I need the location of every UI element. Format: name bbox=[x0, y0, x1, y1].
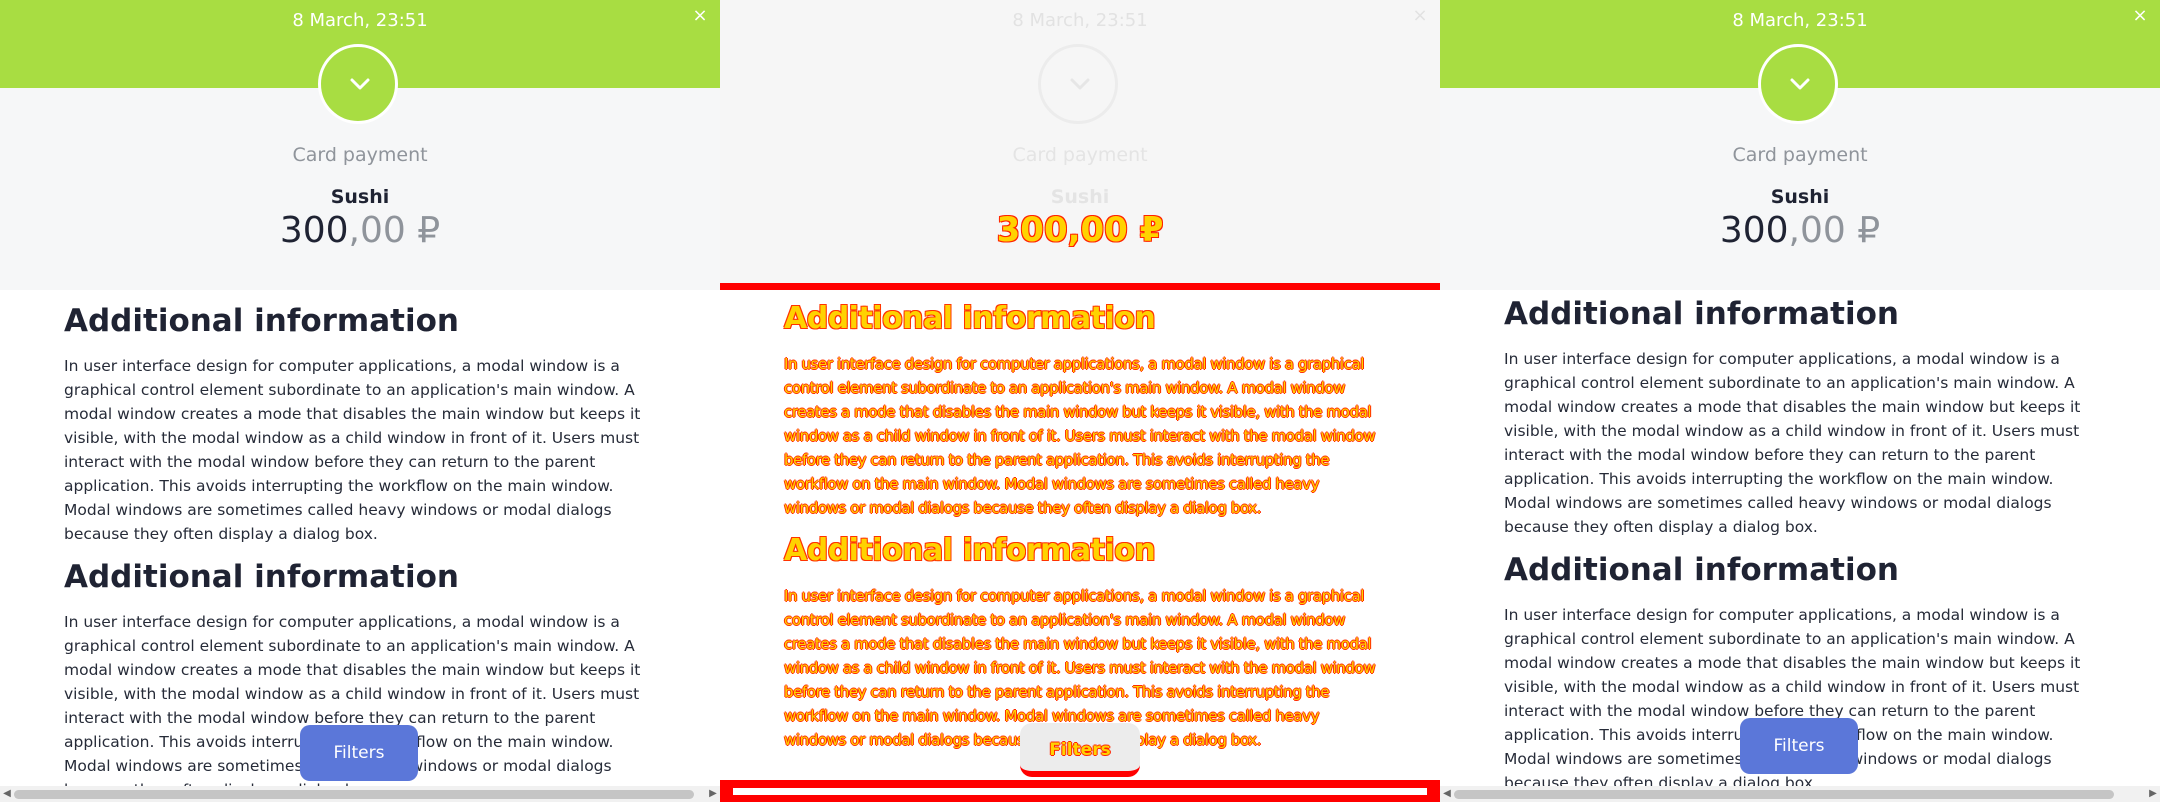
merchant-name: Sushi bbox=[1050, 186, 1110, 208]
payment-method: Card payment bbox=[1732, 144, 1868, 166]
merchant-name: Sushi bbox=[1770, 186, 1830, 208]
horizontal-scrollbar[interactable]: ◀ ▶ bbox=[0, 786, 720, 802]
section-body: In user interface design for computer ap… bbox=[1504, 350, 2081, 536]
status-circle bbox=[318, 44, 398, 124]
chevron-down-icon bbox=[1790, 78, 1810, 90]
scrollbar-thumb[interactable] bbox=[1454, 790, 2114, 799]
section-heading: Additional information bbox=[64, 303, 459, 339]
close-icon[interactable]: × bbox=[2128, 4, 2152, 28]
section-body: In user interface design for computer ap… bbox=[64, 357, 641, 543]
payment-method: Card payment bbox=[1012, 144, 1148, 166]
amount-fraction: ,00 bbox=[1067, 210, 1128, 250]
section-heading: Additional information bbox=[64, 559, 459, 595]
transaction-datetime: 8 March, 23:51 bbox=[292, 10, 428, 31]
additional-info: Additional information In user interface… bbox=[784, 298, 1384, 762]
scroll-right-icon[interactable]: ▶ bbox=[706, 786, 720, 802]
payment-amount: 300,00 ₽ bbox=[1440, 210, 2160, 251]
payment-amount: 300,00 ₽ bbox=[0, 210, 720, 251]
scroll-left-icon[interactable]: ◀ bbox=[0, 786, 14, 802]
section-heading: Additional information bbox=[1504, 296, 1899, 332]
payment-amount: 300,00 ₽ bbox=[720, 210, 1440, 250]
horizontal-scrollbar[interactable] bbox=[720, 780, 1440, 802]
merchant-name: Sushi bbox=[330, 186, 390, 208]
divider bbox=[720, 283, 1440, 290]
receipt-panel-debug: 8 March, 23:51 × Card payment Sushi 300,… bbox=[720, 0, 1440, 802]
currency-symbol: ₽ bbox=[1139, 210, 1164, 250]
section-heading: Additional information bbox=[784, 301, 1156, 336]
amount-fraction: ,00 bbox=[348, 210, 406, 251]
scroll-left-icon[interactable]: ◀ bbox=[1440, 786, 1454, 802]
chevron-down-icon bbox=[350, 78, 370, 90]
filters-button[interactable]: Filters bbox=[1740, 718, 1858, 774]
chevron-down-icon bbox=[1070, 78, 1090, 90]
horizontal-scrollbar[interactable]: ◀ ▶ bbox=[1440, 786, 2160, 802]
receipt-panel-left: 8 March, 23:51 × Card payment Sushi 300,… bbox=[0, 0, 720, 802]
section-heading: Additional information bbox=[1504, 552, 1899, 588]
close-icon[interactable]: × bbox=[688, 4, 712, 28]
transaction-datetime: 8 March, 23:51 bbox=[1012, 10, 1148, 31]
amount-integer: 300 bbox=[279, 210, 349, 251]
payment-method: Card payment bbox=[292, 144, 428, 166]
amount-integer: 300 bbox=[996, 210, 1068, 250]
receipt-panel-right: 8 March, 23:51 × Card payment Sushi 300,… bbox=[1440, 0, 2160, 802]
currency-symbol: ₽ bbox=[417, 210, 441, 251]
scrollbar-thumb[interactable] bbox=[732, 787, 1428, 796]
scrollbar-thumb[interactable] bbox=[14, 790, 694, 799]
amount-fraction: ,00 bbox=[1788, 210, 1846, 251]
close-icon[interactable]: × bbox=[1408, 4, 1432, 28]
amount-integer: 300 bbox=[1719, 210, 1789, 251]
currency-symbol: ₽ bbox=[1857, 210, 1881, 251]
filters-button[interactable]: Filters bbox=[1020, 723, 1140, 777]
section-body: In user interface design for computer ap… bbox=[784, 355, 1376, 517]
scroll-right-icon[interactable]: ▶ bbox=[2146, 786, 2160, 802]
section-heading: Additional information bbox=[784, 533, 1156, 568]
transaction-datetime: 8 March, 23:51 bbox=[1732, 10, 1868, 31]
status-circle bbox=[1038, 44, 1118, 124]
filters-button[interactable]: Filters bbox=[300, 725, 418, 781]
status-circle bbox=[1758, 44, 1838, 124]
